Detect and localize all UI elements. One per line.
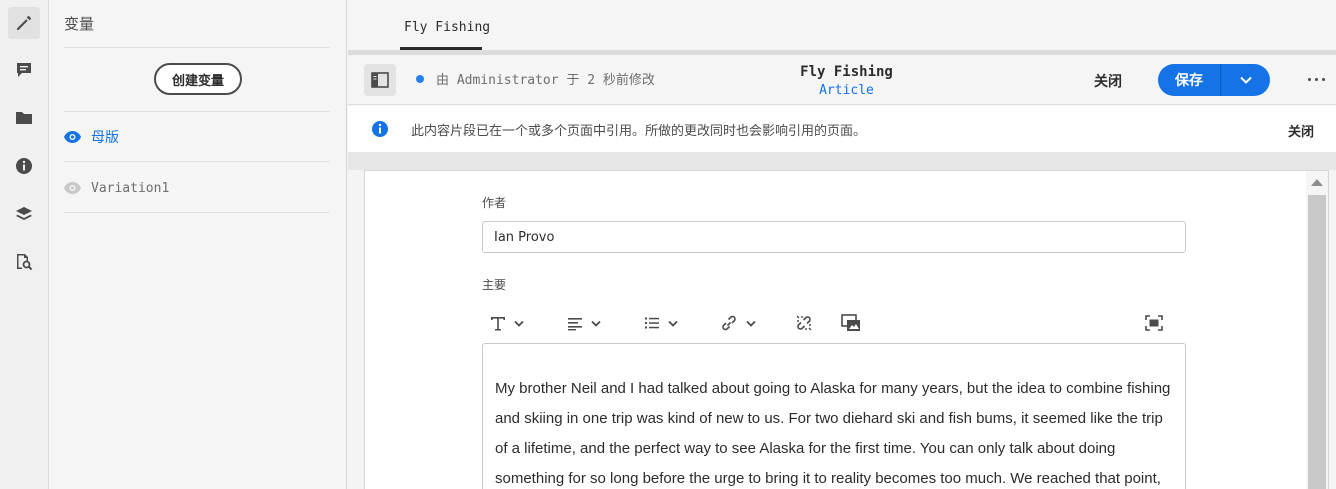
info-message: 此内容片段已在一个或多个页面中引用。所做的更改同时也会影响引用的页面。 — [411, 124, 867, 139]
divider — [64, 161, 330, 162]
status-dot — [416, 75, 424, 83]
variation-label: Variation1 — [91, 180, 170, 196]
chevron-down-icon — [514, 320, 524, 327]
metadata-button[interactable] — [8, 150, 40, 182]
variations-panel: 变量 创建变量 母版 Variation1 — [49, 0, 347, 489]
unlink-button[interactable] — [795, 307, 813, 339]
divider — [64, 47, 330, 48]
editor-card: 作者 主要 My brother Neil and I had talke — [364, 170, 1329, 489]
variation-item-variation1[interactable]: Variation1 — [64, 163, 330, 213]
link-icon — [722, 315, 736, 331]
annotations-button[interactable] — [8, 54, 40, 86]
fragment-model-link[interactable]: Article — [748, 83, 945, 98]
text-format-button[interactable] — [490, 307, 524, 339]
eye-icon — [64, 131, 81, 143]
variation-label: 母版 — [91, 130, 119, 146]
chevron-down-icon — [1239, 76, 1252, 84]
chevron-down-icon — [746, 320, 756, 327]
info-icon — [16, 158, 32, 174]
save-button[interactable]: 保存 — [1158, 64, 1221, 96]
reference-info-bar: 此内容片段已在一个或多个页面中引用。所做的更改同时也会影响引用的页面。 关闭 — [348, 106, 1336, 152]
chevron-down-icon — [591, 320, 601, 327]
comment-icon — [17, 63, 31, 77]
main-label: 主要 — [482, 278, 507, 292]
fragment-title: Fly Fishing — [800, 64, 893, 80]
scrollbar[interactable] — [1306, 171, 1328, 489]
panel-title: 变量 — [64, 15, 95, 33]
find-references-icon — [17, 254, 33, 271]
unlink-icon — [796, 315, 812, 331]
close-button[interactable]: 关闭 — [1094, 71, 1122, 91]
scroll-thumb[interactable] — [1308, 195, 1326, 489]
editor-header: 由 Administrator 于 2 秒前修改 Fly Fishing Art… — [348, 55, 1336, 105]
list-button[interactable] — [644, 307, 678, 339]
insert-asset-button[interactable] — [841, 307, 861, 339]
eye-icon — [64, 182, 81, 194]
assets-button[interactable] — [8, 102, 40, 134]
info-icon — [372, 121, 388, 137]
author-label: 作者 — [482, 196, 507, 210]
divider — [348, 152, 1336, 170]
save-options-button[interactable] — [1221, 64, 1270, 96]
align-button[interactable] — [567, 307, 601, 339]
align-icon — [568, 318, 582, 331]
insert-asset-icon — [841, 314, 860, 331]
fullscreen-icon — [1145, 315, 1163, 331]
tab-bar: Fly Fishing — [348, 0, 1336, 50]
rte-toolbar — [482, 307, 1186, 339]
fullscreen-button[interactable] — [1145, 307, 1163, 339]
references-button[interactable] — [8, 246, 40, 278]
layers-icon — [16, 207, 32, 220]
scroll-up-arrow[interactable] — [1311, 179, 1323, 186]
icon-rail — [0, 0, 49, 489]
main-text-editor[interactable]: My brother Neil and I had talked about g… — [482, 343, 1186, 489]
folder-icon — [16, 112, 32, 124]
divider — [64, 212, 330, 213]
toggle-side-panel-button[interactable] — [364, 64, 396, 96]
variation-item-master[interactable]: 母版 — [64, 112, 330, 162]
pencil-icon — [17, 16, 31, 30]
save-button-group: 保存 — [1158, 64, 1270, 96]
tab-fly-fishing[interactable]: Fly Fishing — [404, 0, 490, 50]
edit-button[interactable] — [8, 7, 40, 39]
side-panel-icon — [371, 72, 389, 88]
structure-button[interactable] — [8, 198, 40, 230]
author-input[interactable] — [482, 221, 1186, 253]
list-icon — [645, 317, 659, 329]
create-variation-button[interactable]: 创建变量 — [154, 63, 242, 95]
modified-status: 由 Administrator 于 2 秒前修改 — [436, 73, 655, 88]
text-format-icon — [491, 317, 505, 331]
chevron-down-icon — [668, 320, 678, 327]
more-actions-button[interactable] — [1304, 69, 1328, 89]
link-button[interactable] — [720, 307, 756, 339]
dismiss-info-button[interactable]: 关闭 — [1288, 121, 1314, 140]
